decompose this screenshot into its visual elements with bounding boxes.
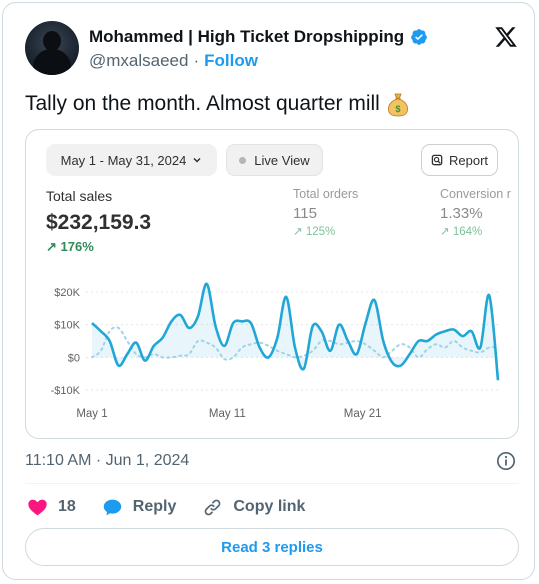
tweet-time: 11:10 AM (25, 452, 92, 469)
sales-series-line (91, 282, 500, 381)
read-replies-button[interactable]: Read 3 replies (25, 528, 519, 566)
live-view-label: Live View (254, 152, 310, 168)
link-icon (205, 499, 221, 515)
metric-label-total-sales: Total sales (46, 188, 113, 204)
sales-area-fill (92, 283, 498, 381)
metric-change-conversion: ↗ 164% (440, 226, 483, 238)
like-count: 18 (58, 498, 76, 515)
reply-bubble-icon (103, 499, 122, 515)
action-bar: 18 Reply Copy link (27, 495, 331, 519)
report-button[interactable]: Report (421, 144, 498, 176)
copy-link-label: Copy link (233, 498, 306, 515)
tweet-card: Mohammed | High Ticket Dropshipping @mxa… (2, 2, 535, 580)
tweet-body: Tally on the month. Almost quarter mill (25, 92, 380, 115)
live-dot-icon (239, 156, 247, 164)
avatar-body (33, 49, 71, 75)
x-tick-label: May 1 (76, 408, 107, 420)
reply-button[interactable]: Reply (102, 497, 177, 518)
metric-value-total-orders: 115 (293, 205, 317, 222)
like-button[interactable]: 18 (27, 497, 76, 518)
heart-icon (28, 499, 47, 515)
report-icon (431, 154, 443, 165)
divider (25, 483, 519, 484)
y-tick-label: $0 (68, 352, 80, 364)
metric-label-total-orders: Total orders (293, 187, 359, 201)
date-range-label: May 1 - May 31, 2024 (60, 152, 187, 168)
avatar[interactable] (25, 21, 79, 75)
metric-change-total-orders: ↗ 125% (293, 226, 336, 238)
metric-value-conversion: 1.33% (440, 205, 483, 222)
metric-label-conversion: Conversion r (440, 187, 511, 201)
metric-value-total-sales: $232,159.3 (46, 211, 152, 234)
tweet-timestamp[interactable]: 11:10 AM · Jun 1, 2024 (25, 452, 189, 470)
chevron-down-icon (193, 157, 201, 163)
info-icon[interactable] (496, 451, 516, 471)
timestamp-separator: · (95, 452, 102, 469)
y-tick-label: -$10K (51, 385, 81, 397)
handle-separator: · (193, 51, 200, 70)
author-handle[interactable]: @mxalsaeed (89, 51, 188, 71)
report-label: Report (448, 152, 489, 168)
live-view-button[interactable]: Live View (226, 144, 323, 176)
copy-link-button[interactable]: Copy link (202, 497, 305, 518)
date-range-button[interactable]: May 1 - May 31, 2024 (46, 144, 217, 176)
tweet-text: Tally on the month. Almost quarter mill … (25, 91, 410, 117)
y-tick-label: $10K (54, 320, 80, 332)
follow-button[interactable]: Follow (204, 51, 258, 71)
y-tick-label: $20K (54, 287, 80, 299)
sales-line-chart: $20K $10K $0 -$10K May 1 May 11 May 21 (51, 282, 500, 420)
author-handle-row: @mxalsaeed · Follow (89, 51, 258, 71)
verified-badge-icon (411, 29, 428, 45)
x-tick-label: May 21 (344, 408, 382, 420)
svg-text:$: $ (395, 104, 400, 114)
tweet-date: Jun 1, 2024 (105, 452, 190, 469)
avatar-head (43, 31, 61, 51)
metric-change-total-sales: ↗ 176% (46, 239, 94, 254)
money-bag-icon: $ (387, 93, 408, 117)
author-name-row: Mohammed | High Ticket Dropshipping (89, 27, 428, 47)
x-tick-label: May 11 (209, 408, 246, 420)
x-logo-icon[interactable] (493, 25, 519, 49)
reply-label: Reply (132, 498, 177, 515)
sales-dashboard-screenshot: May 1 - May 31, 2024 Live View Report To… (25, 129, 519, 439)
author-name[interactable]: Mohammed | High Ticket Dropshipping (89, 27, 404, 47)
